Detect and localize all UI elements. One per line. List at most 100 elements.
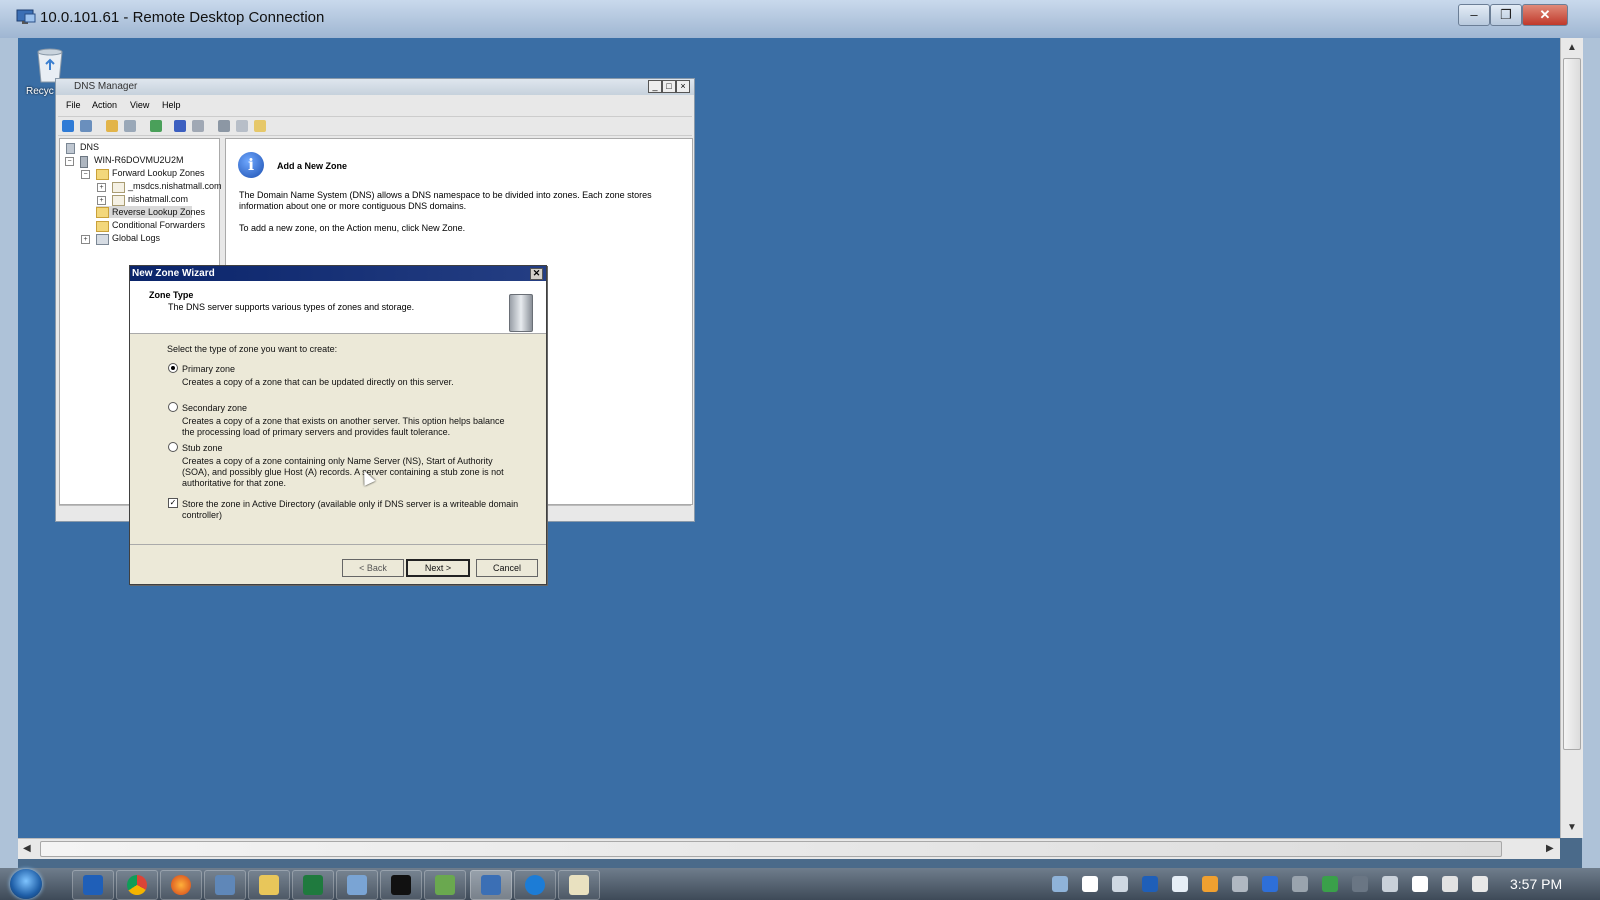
back-arrow-icon[interactable] — [62, 120, 74, 132]
tree-label-dns: DNS — [80, 142, 100, 152]
maximize-button[interactable]: ❐ — [1490, 4, 1522, 26]
forward-arrow-icon[interactable] — [80, 120, 92, 132]
list-icon[interactable] — [236, 120, 248, 132]
logs-icon — [96, 234, 109, 245]
tray-monitor-icon[interactable] — [1382, 876, 1398, 892]
teamviewer-taskbar-button[interactable] — [514, 870, 556, 900]
collapse-toggle[interactable]: − — [81, 170, 90, 179]
new-zone-icon[interactable] — [254, 120, 266, 132]
server-icon[interactable] — [218, 120, 230, 132]
zone-type-prompt: Select the type of zone you want to crea… — [167, 344, 338, 354]
close-button[interactable]: ✕ — [1522, 4, 1568, 26]
scroll-up-icon[interactable]: ▲ — [1567, 42, 1577, 53]
tree-item-reverse-lookup-zones[interactable]: Reverse Lookup Zones — [96, 206, 205, 218]
wizard-close-button[interactable]: ✕ — [530, 268, 543, 280]
outlook-icon — [83, 875, 103, 895]
horizontal-scroll-thumb[interactable] — [40, 841, 1502, 857]
secondary-zone-label[interactable]: Secondary zone — [182, 403, 247, 413]
menu-bar: File Action View Help — [56, 97, 694, 113]
collapse-toggle[interactable]: − — [65, 157, 74, 166]
properties-icon[interactable] — [192, 120, 204, 132]
tray-usb-icon[interactable] — [1232, 876, 1248, 892]
explorer-taskbar-button[interactable] — [248, 870, 290, 900]
info-icon: i — [238, 152, 264, 178]
dns-node-icon — [66, 143, 75, 154]
horizontal-scrollbar[interactable]: ◀ ▶ — [18, 838, 1560, 859]
tray-printer-icon[interactable] — [1292, 876, 1308, 892]
tray-warning-icon[interactable] — [1202, 876, 1218, 892]
tree-label-nishatmall: nishatmall.com — [128, 194, 189, 204]
taskbar-clock[interactable]: 3:57 PM — [1510, 876, 1562, 892]
rdp-taskbar-button[interactable] — [470, 870, 512, 900]
stub-zone-description-line3: authoritative for that zone. — [182, 478, 287, 488]
tree-label-msdcs: _msdcs.nishatmall.com — [128, 181, 222, 191]
menu-view[interactable]: View — [130, 100, 149, 110]
folder-icon — [96, 221, 109, 232]
chrome-taskbar-button[interactable] — [116, 870, 158, 900]
stub-zone-description-line1: Creates a copy of a zone containing only… — [182, 456, 493, 466]
scroll-right-icon[interactable]: ▶ — [1546, 843, 1554, 854]
excel-taskbar-button[interactable] — [292, 870, 334, 900]
expand-toggle[interactable]: + — [97, 196, 106, 205]
toolbar — [58, 116, 692, 136]
minimize-button[interactable]: ‒ — [1458, 4, 1490, 26]
tray-windows-icon[interactable] — [1082, 876, 1098, 892]
tray-outlook-icon[interactable] — [1142, 876, 1158, 892]
primary-zone-radio[interactable] — [168, 363, 178, 373]
tray-volume-icon[interactable] — [1472, 876, 1488, 892]
menu-action[interactable]: Action — [92, 100, 117, 110]
tray-bluetooth-icon[interactable] — [1262, 876, 1278, 892]
tray-flag-icon[interactable] — [1412, 876, 1428, 892]
teamviewer-icon — [525, 875, 545, 895]
notepad-icon — [569, 875, 589, 895]
vertical-scroll-thumb[interactable] — [1563, 58, 1581, 750]
wizard-title-bar: New Zone Wizard ✕ — [130, 266, 546, 281]
tray-battery-icon[interactable] — [1442, 876, 1458, 892]
next-button[interactable]: Next > — [406, 559, 470, 577]
tray-signal-icon[interactable] — [1112, 876, 1128, 892]
stub-zone-label[interactable]: Stub zone — [182, 443, 223, 453]
expand-toggle[interactable]: + — [97, 183, 106, 192]
menu-help[interactable]: Help — [162, 100, 181, 110]
content-instruction: To add a new zone, on the Action menu, c… — [239, 223, 466, 233]
show-hide-tree-icon[interactable] — [124, 120, 136, 132]
secondary-zone-description-line2: the processing load of primary servers a… — [182, 427, 451, 437]
secondary-zone-radio[interactable] — [168, 402, 178, 412]
network-taskbar-button[interactable] — [204, 870, 246, 900]
tray-dropbox-icon[interactable] — [1172, 876, 1188, 892]
stub-zone-radio[interactable] — [168, 442, 178, 452]
wizard-header-title: Zone Type — [149, 290, 194, 300]
active-directory-checkbox[interactable]: ✓ — [168, 498, 178, 508]
scroll-down-icon[interactable]: ▼ — [1567, 822, 1577, 833]
active-directory-label-line1[interactable]: Store the zone in Active Directory (avai… — [182, 499, 518, 509]
cancel-button[interactable]: Cancel — [476, 559, 538, 577]
firefox-taskbar-button[interactable] — [160, 870, 202, 900]
control-panel-icon — [347, 875, 367, 895]
dns-minimize-button[interactable]: _ — [648, 80, 662, 93]
rdp-title-bar: 10.0.101.61 - Remote Desktop Connection … — [0, 0, 1600, 39]
vsphere-taskbar-button[interactable] — [424, 870, 466, 900]
menu-file[interactable]: File — [66, 100, 81, 110]
tray-network-icon[interactable] — [1352, 876, 1368, 892]
wizard-separator — [130, 544, 546, 545]
up-folder-icon[interactable] — [106, 120, 118, 132]
dns-close-button[interactable]: × — [676, 80, 690, 93]
outlook-taskbar-button[interactable] — [72, 870, 114, 900]
help-icon[interactable] — [174, 120, 186, 132]
folder-icon — [96, 169, 109, 180]
back-button[interactable]: < Back — [342, 559, 404, 577]
cmd-taskbar-button[interactable] — [380, 870, 422, 900]
tray-keyboard-icon[interactable] — [1052, 876, 1068, 892]
scroll-left-icon[interactable]: ◀ — [23, 843, 31, 854]
tray-sync-icon[interactable] — [1322, 876, 1338, 892]
expand-toggle[interactable]: + — [81, 235, 90, 244]
primary-zone-label[interactable]: Primary zone — [182, 364, 235, 374]
dns-maximize-button[interactable]: □ — [662, 80, 676, 93]
vertical-scrollbar[interactable]: ▲ ▼ — [1560, 38, 1583, 838]
refresh-icon[interactable] — [150, 120, 162, 132]
tree-label-conditional: Conditional Forwarders — [112, 220, 206, 230]
control-panel-taskbar-button[interactable] — [336, 870, 378, 900]
server-node-icon — [80, 156, 88, 168]
notepad-taskbar-button[interactable] — [558, 870, 600, 900]
start-button[interactable] — [10, 869, 42, 899]
